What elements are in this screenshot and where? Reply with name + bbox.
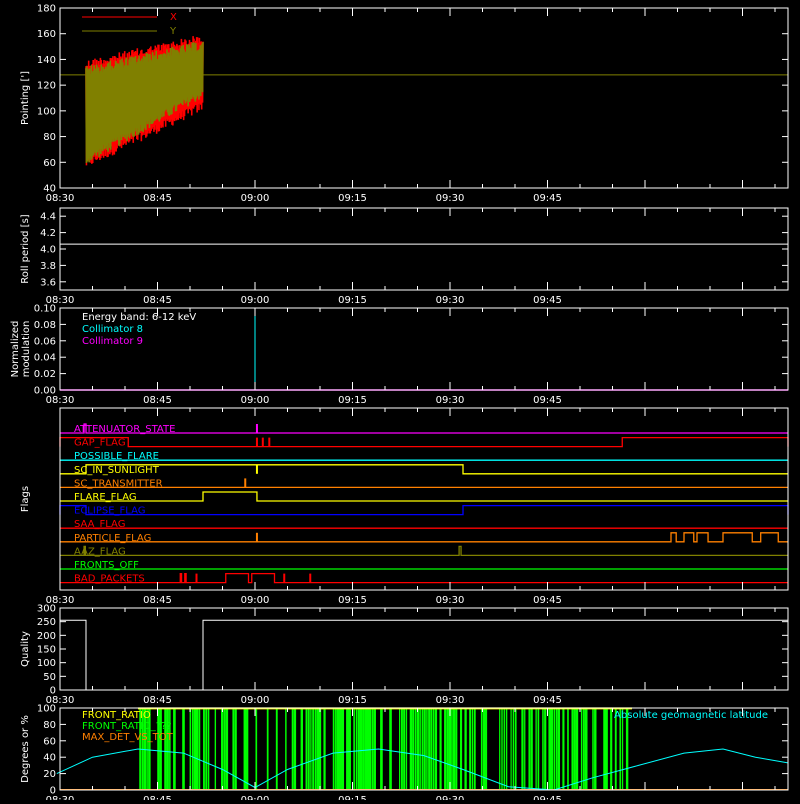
geomag-ylabel-group: Degrees or % <box>20 715 31 783</box>
modulation-x-tick-label: 08:45 <box>143 395 172 406</box>
quality-x-tick-label: 09:00 <box>241 695 270 706</box>
pointing-x-tick-label: 09:00 <box>241 193 270 204</box>
geomag-x-tick-label: 09:00 <box>241 795 270 800</box>
quality-ylabel: Quality <box>20 631 31 667</box>
flags-x-tick-label: 08:45 <box>143 595 172 606</box>
pointing-ylabel: Pointing ['] <box>20 71 31 125</box>
multi-panel-chart: XY 08:30 08:45 09:00 09:15 09:30 09:45 40 60 80 10… <box>0 0 800 800</box>
quality-x-tick-label: 09:15 <box>338 695 367 706</box>
geomag-x-tick-label: 09:45 <box>533 795 562 800</box>
geomag-y-tick-label: 0 <box>50 786 56 797</box>
flag-label: ATTENUATOR_STATE <box>74 424 175 435</box>
quality-y-tick-label: 100 <box>37 658 56 669</box>
roll-y-tick-label: 4.0 <box>40 245 56 256</box>
quality-y-tick-label: 250 <box>37 617 56 628</box>
modulation-y-tick-label: 0.08 <box>34 320 56 331</box>
roll-x-tick-label: 09:30 <box>436 295 465 306</box>
modulation-y-tick-label: 0.10 <box>34 304 56 315</box>
pointing-x-tick-label: 09:15 <box>338 193 367 204</box>
pointing-y-tick-label: 160 <box>37 29 56 40</box>
pointing-y-tick-label: 40 <box>43 184 56 195</box>
legend-label-Y: Y <box>169 26 177 37</box>
modulation-x-tick-label: 09:30 <box>436 395 465 406</box>
roll-ylabel: Roll period [s] <box>20 214 31 283</box>
roll-x-tick-label: 09:00 <box>241 295 270 306</box>
legend-label-geomag-0: FRONT_RATIO <box>82 710 151 721</box>
quality-y-tick-label: 50 <box>43 672 56 683</box>
modulation-ylabel: Normalized <box>10 321 21 378</box>
quality-y-tick-label: 200 <box>37 631 56 642</box>
pointing-y-tick-label: 180 <box>37 4 56 15</box>
flags-ylabel: Flags <box>20 486 31 512</box>
roll-x-tick-label: 09:15 <box>338 295 367 306</box>
quality-x-tick-label: 09:45 <box>533 695 562 706</box>
flags-x-tick-label: 09:00 <box>241 595 270 606</box>
flag-label: AAZ_FLAG <box>74 546 126 557</box>
quality-y-tick-label: 0 <box>50 686 56 697</box>
pointing-x-tick-label: 09:30 <box>436 193 465 204</box>
legend-label-geomag-2: MAX_DET_VS_TOT <box>82 732 174 743</box>
geomag-y-tick-label: 40 <box>43 753 56 764</box>
roll-x-tick-label: 09:45 <box>533 295 562 306</box>
flag-label: FLARE_FLAG <box>74 492 137 503</box>
roll-y-tick-label: 4.4 <box>40 212 56 223</box>
pointing-y-tick-label: 120 <box>37 81 56 92</box>
legend-label-mod-0: Energy band: 6-12 keV <box>82 312 196 323</box>
flags-x-tick-label: 09:45 <box>533 595 562 606</box>
chart-stage: XY 08:30 08:45 09:00 09:15 09:30 09:45 40 60 80 10… <box>0 0 800 800</box>
legend-label-geomag-1: FRONT_RATIO_??? <box>82 721 172 732</box>
pointing-y-tick-label: 80 <box>43 132 56 143</box>
pointing-y-tick-label: 140 <box>37 55 56 66</box>
flag-label: SC_IN_SUNLIGHT <box>74 465 160 476</box>
modulation-x-tick-label: 09:15 <box>338 395 367 406</box>
modulation-ylabel-2: modulation <box>21 321 32 378</box>
geomag-x-tick-label: 09:15 <box>338 795 367 800</box>
legend-label-mod-1: Collimator 8 <box>82 324 143 335</box>
flag-label: ECLIPSE_FLAG <box>74 506 145 517</box>
roll-y-tick-label: 4.2 <box>40 228 56 239</box>
geomag-y-tick-label: 60 <box>43 736 56 747</box>
geomag-ylabel: Degrees or % <box>20 715 31 783</box>
quality-ylabel-group: Quality <box>20 631 31 667</box>
geomag-x-tick-label: 08:45 <box>143 795 172 800</box>
modulation-x-tick-label: 09:45 <box>533 395 562 406</box>
roll-y-tick-label: 3.8 <box>40 261 56 272</box>
modulation-x-tick-label: 09:00 <box>241 395 270 406</box>
flags-x-tick-label: 09:15 <box>338 595 367 606</box>
pointing-x-tick-label: 08:45 <box>143 193 172 204</box>
flag-label: FRONTS_OFF <box>74 560 139 571</box>
modulation-y-tick-label: 0.04 <box>34 353 56 364</box>
flags-x-tick-label: 09:30 <box>436 595 465 606</box>
quality-x-tick-label: 08:45 <box>143 695 172 706</box>
modulation-y-tick-label: 0.00 <box>34 386 56 397</box>
flag-label: GAP_FLAG <box>74 438 126 449</box>
geomag-y-tick-label: 20 <box>43 769 56 780</box>
pointing-y-tick-label: 100 <box>37 106 56 117</box>
roll-y-tick-label: 3.6 <box>40 277 56 288</box>
modulation-y-tick-label: 0.02 <box>34 369 56 380</box>
legend-label-geomag-3: Absolute geomagnetic latitude <box>614 710 768 721</box>
roll-ylabel-group: Roll period [s] <box>20 214 31 283</box>
flag-label: SAA_FLAG <box>74 519 125 530</box>
legend-label-mod-2: Collimator 9 <box>82 336 143 347</box>
legend-label-X: X <box>170 12 177 23</box>
modulation-x-tick-label: 08:30 <box>46 395 75 406</box>
flag-label: PARTICLE_FLAG <box>74 533 151 544</box>
flag-label: BAD_PACKETS <box>74 574 145 585</box>
pointing-ylabel-group: Pointing ['] <box>20 71 31 125</box>
pointing-x-tick-label: 09:45 <box>533 193 562 204</box>
geomag-y-tick-label: 80 <box>43 720 56 731</box>
quality-y-tick-label: 150 <box>37 645 56 656</box>
roll-x-tick-label: 08:45 <box>143 295 172 306</box>
quality-x-tick-label: 09:30 <box>436 695 465 706</box>
pointing-x-tick-label: 08:30 <box>46 193 75 204</box>
geomag-y-tick-label: 100 <box>37 704 56 715</box>
geomag-x-tick-label: 09:30 <box>436 795 465 800</box>
modulation-y-tick-label: 0.06 <box>34 336 56 347</box>
flag-label: POSSIBLE_FLARE <box>74 451 159 462</box>
quality-y-tick-label: 300 <box>37 604 56 615</box>
flag-label: SC_TRANSMITTER <box>74 478 163 489</box>
flags-ylabel-group: Flags <box>20 486 31 512</box>
pointing-y-tick-label: 60 <box>43 158 56 169</box>
